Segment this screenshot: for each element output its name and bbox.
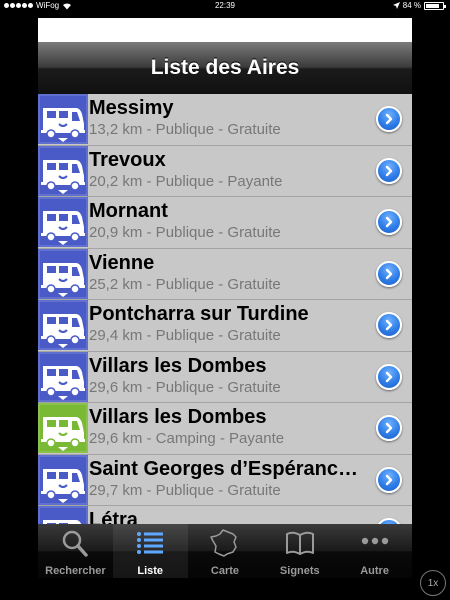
camper-van-icon — [38, 351, 88, 403]
tab-label: Carte — [210, 565, 240, 577]
list-item-subtitle: 29,4 km - Publique - Gratuite — [89, 327, 281, 344]
list-item-subtitle: 20,9 km - Publique - Gratuite — [89, 224, 281, 241]
tab-carte[interactable]: Carte — [188, 524, 263, 578]
chevron-right-icon[interactable] — [376, 466, 402, 493]
camper-van-icon — [38, 506, 88, 524]
list-item[interactable]: Mornant 20,9 km - Publique - Gratuite — [38, 197, 412, 249]
list-item-title: Vienne — [89, 251, 155, 274]
chevron-right-icon[interactable] — [376, 312, 402, 338]
list-item-subtitle: 25,2 km - Publique - Gratuite — [89, 275, 281, 293]
list-item[interactable]: Saint Georges d’Espéranc… 29,7 km - Publi… — [38, 454, 412, 506]
camper-van-icon — [38, 145, 88, 197]
status-time: 22:39 — [214, 1, 236, 10]
tab-label: Autre — [360, 565, 389, 577]
list-item-subtitle: 20,2 km - Publique - Payante — [89, 172, 283, 190]
camper-van-icon — [38, 94, 88, 145]
list-item-text: Vienne 25,2 km - Publique - Gratuite — [88, 249, 412, 300]
list-item-title: Mornant — [89, 200, 168, 222]
zoom-button[interactable]: 1x — [420, 570, 446, 596]
camper-van-icon — [38, 248, 88, 300]
more-icon — [359, 528, 391, 563]
list-item-text: Mornant 20,9 km - Publique - Gratuite — [88, 197, 412, 248]
chevron-right-icon[interactable] — [376, 415, 402, 441]
list-item[interactable]: Trevoux 20,2 km - Publique - Payante — [38, 145, 412, 197]
list-item-text: Villars les Dombes 29,6 km - Camping - Pa… — [88, 403, 412, 454]
tab-rechercher[interactable]: Rechercher — [38, 524, 113, 578]
status-bar: WiFog 22:39 84 % — [0, 0, 450, 12]
list-item[interactable]: Villars les Dombes 29,6 km - Publique - G… — [38, 351, 412, 403]
camper-van-icon — [38, 300, 88, 351]
list-item[interactable]: Messimy 13,2 km - Publique - Gratuite — [38, 94, 412, 146]
list-item-title: Villars les Dombes — [89, 354, 267, 377]
list-item[interactable]: Pontcharra sur Turdine 29,4 km - Publique… — [38, 300, 412, 352]
chevron-right-icon[interactable] — [376, 106, 402, 132]
aires-list[interactable]: Messimy 13,2 km - Publique - Gratuite Trev… — [38, 94, 412, 524]
top-white-bar — [38, 18, 412, 42]
app-window: Liste des Aires Messimy 13,2 km - Publiqu… — [38, 18, 412, 578]
list-item-subtitle: 29,6 km - Camping - Payante — [89, 430, 285, 447]
list-item-text: Saint Georges d’Espéranc… 29,7 km - Publi… — [88, 455, 412, 506]
battery-info: 84 % — [392, 1, 446, 10]
list-item-title: Villars les Dombes — [89, 406, 267, 428]
chevron-right-icon[interactable] — [376, 209, 402, 235]
france-map-icon — [209, 528, 241, 563]
tab-liste[interactable]: Liste — [112, 524, 188, 578]
list-item-text: Villars les Dombes 29,6 km - Publique - G… — [88, 352, 412, 403]
list-item[interactable]: Villars les Dombes 29,6 km - Camping - Pa… — [38, 403, 412, 455]
camper-van-icon — [38, 454, 88, 506]
list-item-subtitle: 29,7 km - Publique - Gratuite — [89, 481, 281, 499]
location-arrow-icon — [392, 2, 400, 9]
list-item-title: Pontcharra sur Turdine — [89, 303, 309, 325]
list-item-title: Messimy — [89, 97, 174, 119]
list-item-title: Létra — [89, 509, 138, 524]
tab-signets[interactable]: Signets — [262, 524, 337, 578]
list-item[interactable]: Létra — [38, 506, 412, 524]
list-item-title: Trevoux — [89, 148, 166, 171]
chevron-right-icon[interactable] — [376, 363, 402, 390]
page-title: Liste des Aires — [150, 56, 300, 79]
list-item[interactable]: Vienne 25,2 km - Publique - Gratuite — [38, 248, 412, 300]
list-item-text: Létra — [88, 506, 412, 524]
battery-percent: 84 % — [402, 1, 421, 10]
search-icon — [59, 528, 91, 563]
tab-autre[interactable]: Autre — [337, 524, 412, 578]
list-item-subtitle: 29,6 km - Publique - Gratuite — [89, 378, 281, 396]
tab-label: Liste — [137, 565, 164, 577]
tab-label: Signets — [279, 565, 320, 577]
list-icon — [134, 528, 166, 563]
camper-van-icon — [38, 403, 88, 454]
navigation-bar: Liste des Aires — [38, 42, 412, 94]
camper-van-icon — [38, 197, 88, 248]
list-item-text: Messimy 13,2 km - Publique - Gratuite — [88, 94, 412, 145]
book-icon — [284, 528, 316, 563]
chevron-right-icon[interactable] — [376, 157, 402, 184]
list-item-title: Saint Georges d’Espéranc… — [89, 457, 358, 480]
tab-label: Rechercher — [45, 565, 106, 577]
battery-icon — [424, 1, 446, 10]
tab-bar: Rechercher Liste Carte Signets Autre — [38, 524, 412, 578]
chevron-right-icon[interactable] — [376, 260, 402, 287]
list-item-subtitle: 13,2 km - Publique - Gratuite — [89, 121, 281, 138]
list-item-text: Trevoux 20,2 km - Publique - Payante — [88, 146, 412, 197]
list-item-text: Pontcharra sur Turdine 29,4 km - Publique… — [88, 300, 412, 351]
